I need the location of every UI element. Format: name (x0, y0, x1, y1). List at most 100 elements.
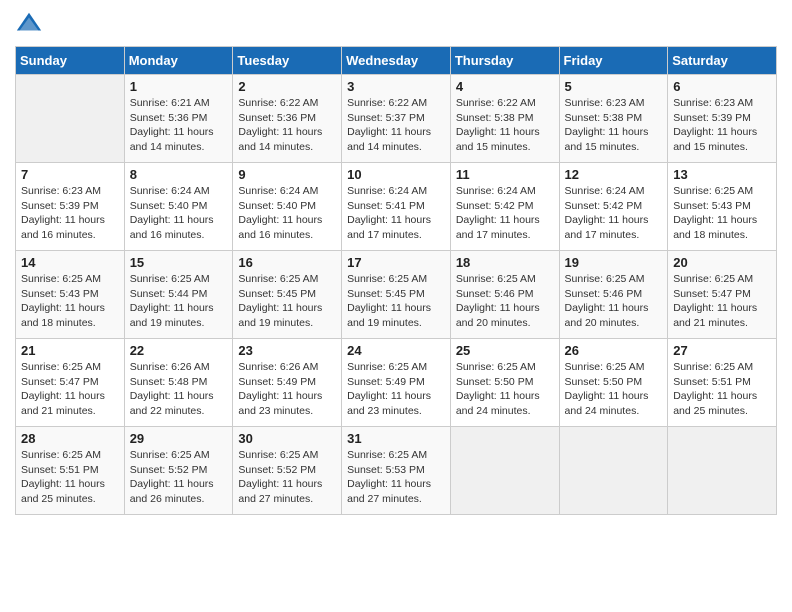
calendar-cell: 12 Sunrise: 6:24 AMSunset: 5:42 PMDayligh… (559, 163, 668, 251)
day-number: 6 (673, 79, 771, 94)
cell-sun-info: Sunrise: 6:25 AMSunset: 5:43 PMDaylight:… (673, 184, 771, 243)
calendar-cell: 6 Sunrise: 6:23 AMSunset: 5:39 PMDaylight… (668, 75, 777, 163)
cell-sun-info: Sunrise: 6:25 AMSunset: 5:51 PMDaylight:… (673, 360, 771, 419)
cell-sun-info: Sunrise: 6:23 AMSunset: 5:38 PMDaylight:… (565, 96, 663, 155)
calendar-cell: 23Sunrise: 6:26 AMSunset: 5:49 PMDayligh… (233, 339, 342, 427)
calendar-cell (16, 75, 125, 163)
day-number: 1 (130, 79, 228, 94)
cell-sun-info: Sunrise: 6:25 AMSunset: 5:45 PMDaylight:… (238, 272, 336, 331)
cell-sun-info: Sunrise: 6:24 AMSunset: 5:42 PMDaylight:… (565, 184, 663, 243)
cell-sun-info: Sunrise: 6:25 AMSunset: 5:49 PMDaylight:… (347, 360, 445, 419)
day-number: 23 (238, 343, 336, 358)
calendar-cell: 2Sunrise: 6:22 AMSunset: 5:36 PMDaylight… (233, 75, 342, 163)
cell-sun-info: Sunrise: 6:25 AMSunset: 5:52 PMDaylight:… (130, 448, 228, 507)
day-number: 25 (456, 343, 554, 358)
cell-sun-info: Sunrise: 6:21 AMSunset: 5:36 PMDaylight:… (130, 96, 228, 155)
day-number: 10 (347, 167, 445, 182)
column-header-saturday: Saturday (668, 47, 777, 75)
calendar-header-row: SundayMondayTuesdayWednesdayThursdayFrid… (16, 47, 777, 75)
day-number: 20 (673, 255, 771, 270)
day-number: 18 (456, 255, 554, 270)
calendar-cell: 13 Sunrise: 6:25 AMSunset: 5:43 PMDayligh… (668, 163, 777, 251)
day-number: 22 (130, 343, 228, 358)
cell-sun-info: Sunrise: 6:25 AMSunset: 5:52 PMDaylight:… (238, 448, 336, 507)
calendar-cell: 15 Sunrise: 6:25 AMSunset: 5:44 PMDayligh… (124, 251, 233, 339)
day-number: 21 (21, 343, 119, 358)
page-header (15, 10, 777, 38)
calendar-cell: 27 Sunrise: 6:25 AMSunset: 5:51 PMDayligh… (668, 339, 777, 427)
calendar-week-row: 28 Sunrise: 6:25 AMSunset: 5:51 PMDayligh… (16, 427, 777, 515)
calendar-cell (559, 427, 668, 515)
calendar-cell: 4Sunrise: 6:22 AMSunset: 5:38 PMDaylight… (450, 75, 559, 163)
day-number: 12 (565, 167, 663, 182)
cell-sun-info: Sunrise: 6:25 AMSunset: 5:47 PMDaylight:… (21, 360, 119, 419)
calendar-week-row: 21 Sunrise: 6:25 AMSunset: 5:47 PMDayligh… (16, 339, 777, 427)
day-number: 29 (130, 431, 228, 446)
cell-sun-info: Sunrise: 6:22 AMSunset: 5:37 PMDaylight:… (347, 96, 445, 155)
calendar-cell: 26 Sunrise: 6:25 AMSunset: 5:50 PMDayligh… (559, 339, 668, 427)
calendar-cell: 19 Sunrise: 6:25 AMSunset: 5:46 PMDayligh… (559, 251, 668, 339)
cell-sun-info: Sunrise: 6:25 AMSunset: 5:53 PMDaylight:… (347, 448, 445, 507)
column-header-wednesday: Wednesday (342, 47, 451, 75)
day-number: 8 (130, 167, 228, 182)
calendar-cell: 16 Sunrise: 6:25 AMSunset: 5:45 PMDayligh… (233, 251, 342, 339)
day-number: 14 (21, 255, 119, 270)
cell-sun-info: Sunrise: 6:22 AMSunset: 5:38 PMDaylight:… (456, 96, 554, 155)
cell-sun-info: Sunrise: 6:25 AMSunset: 5:45 PMDaylight:… (347, 272, 445, 331)
calendar-cell: 24 Sunrise: 6:25 AMSunset: 5:49 PMDayligh… (342, 339, 451, 427)
day-number: 7 (21, 167, 119, 182)
calendar-cell: 31Sunrise: 6:25 AMSunset: 5:53 PMDayligh… (342, 427, 451, 515)
calendar-cell: 1 Sunrise: 6:21 AMSunset: 5:36 PMDaylight… (124, 75, 233, 163)
cell-sun-info: Sunrise: 6:24 AMSunset: 5:40 PMDaylight:… (130, 184, 228, 243)
calendar-cell (450, 427, 559, 515)
day-number: 28 (21, 431, 119, 446)
day-number: 26 (565, 343, 663, 358)
cell-sun-info: Sunrise: 6:25 AMSunset: 5:44 PMDaylight:… (130, 272, 228, 331)
calendar-cell: 21 Sunrise: 6:25 AMSunset: 5:47 PMDayligh… (16, 339, 125, 427)
cell-sun-info: Sunrise: 6:24 AMSunset: 5:41 PMDaylight:… (347, 184, 445, 243)
day-number: 27 (673, 343, 771, 358)
calendar-cell: 14 Sunrise: 6:25 AMSunset: 5:43 PMDayligh… (16, 251, 125, 339)
calendar-cell: 20Sunrise: 6:25 AMSunset: 5:47 PMDayligh… (668, 251, 777, 339)
calendar-cell (668, 427, 777, 515)
cell-sun-info: Sunrise: 6:25 AMSunset: 5:50 PMDaylight:… (565, 360, 663, 419)
day-number: 16 (238, 255, 336, 270)
calendar-cell: 29 Sunrise: 6:25 AMSunset: 5:52 PMDayligh… (124, 427, 233, 515)
day-number: 15 (130, 255, 228, 270)
day-number: 3 (347, 79, 445, 94)
day-number: 13 (673, 167, 771, 182)
calendar-cell: 9Sunrise: 6:24 AMSunset: 5:40 PMDaylight… (233, 163, 342, 251)
cell-sun-info: Sunrise: 6:25 AMSunset: 5:51 PMDaylight:… (21, 448, 119, 507)
column-header-monday: Monday (124, 47, 233, 75)
cell-sun-info: Sunrise: 6:22 AMSunset: 5:36 PMDaylight:… (238, 96, 336, 155)
calendar-cell: 7 Sunrise: 6:23 AMSunset: 5:39 PMDaylight… (16, 163, 125, 251)
day-number: 11 (456, 167, 554, 182)
column-header-thursday: Thursday (450, 47, 559, 75)
day-number: 24 (347, 343, 445, 358)
day-number: 17 (347, 255, 445, 270)
calendar-cell: 18 Sunrise: 6:25 AMSunset: 5:46 PMDayligh… (450, 251, 559, 339)
cell-sun-info: Sunrise: 6:26 AMSunset: 5:48 PMDaylight:… (130, 360, 228, 419)
cell-sun-info: Sunrise: 6:25 AMSunset: 5:46 PMDaylight:… (565, 272, 663, 331)
cell-sun-info: Sunrise: 6:23 AMSunset: 5:39 PMDaylight:… (21, 184, 119, 243)
calendar-cell: 10 Sunrise: 6:24 AMSunset: 5:41 PMDayligh… (342, 163, 451, 251)
calendar-week-row: 7 Sunrise: 6:23 AMSunset: 5:39 PMDaylight… (16, 163, 777, 251)
column-header-tuesday: Tuesday (233, 47, 342, 75)
calendar-cell: 17 Sunrise: 6:25 AMSunset: 5:45 PMDayligh… (342, 251, 451, 339)
day-number: 19 (565, 255, 663, 270)
calendar-cell: 22 Sunrise: 6:26 AMSunset: 5:48 PMDayligh… (124, 339, 233, 427)
cell-sun-info: Sunrise: 6:25 AMSunset: 5:46 PMDaylight:… (456, 272, 554, 331)
column-header-sunday: Sunday (16, 47, 125, 75)
calendar-cell: 30Sunrise: 6:25 AMSunset: 5:52 PMDayligh… (233, 427, 342, 515)
calendar-cell: 8 Sunrise: 6:24 AMSunset: 5:40 PMDaylight… (124, 163, 233, 251)
column-header-friday: Friday (559, 47, 668, 75)
cell-sun-info: Sunrise: 6:25 AMSunset: 5:43 PMDaylight:… (21, 272, 119, 331)
cell-sun-info: Sunrise: 6:25 AMSunset: 5:50 PMDaylight:… (456, 360, 554, 419)
calendar-cell: 28 Sunrise: 6:25 AMSunset: 5:51 PMDayligh… (16, 427, 125, 515)
logo-icon (15, 10, 43, 38)
calendar-week-row: 14 Sunrise: 6:25 AMSunset: 5:43 PMDayligh… (16, 251, 777, 339)
day-number: 9 (238, 167, 336, 182)
calendar-cell: 5Sunrise: 6:23 AMSunset: 5:38 PMDaylight… (559, 75, 668, 163)
calendar-table: SundayMondayTuesdayWednesdayThursdayFrid… (15, 46, 777, 515)
cell-sun-info: Sunrise: 6:23 AMSunset: 5:39 PMDaylight:… (673, 96, 771, 155)
